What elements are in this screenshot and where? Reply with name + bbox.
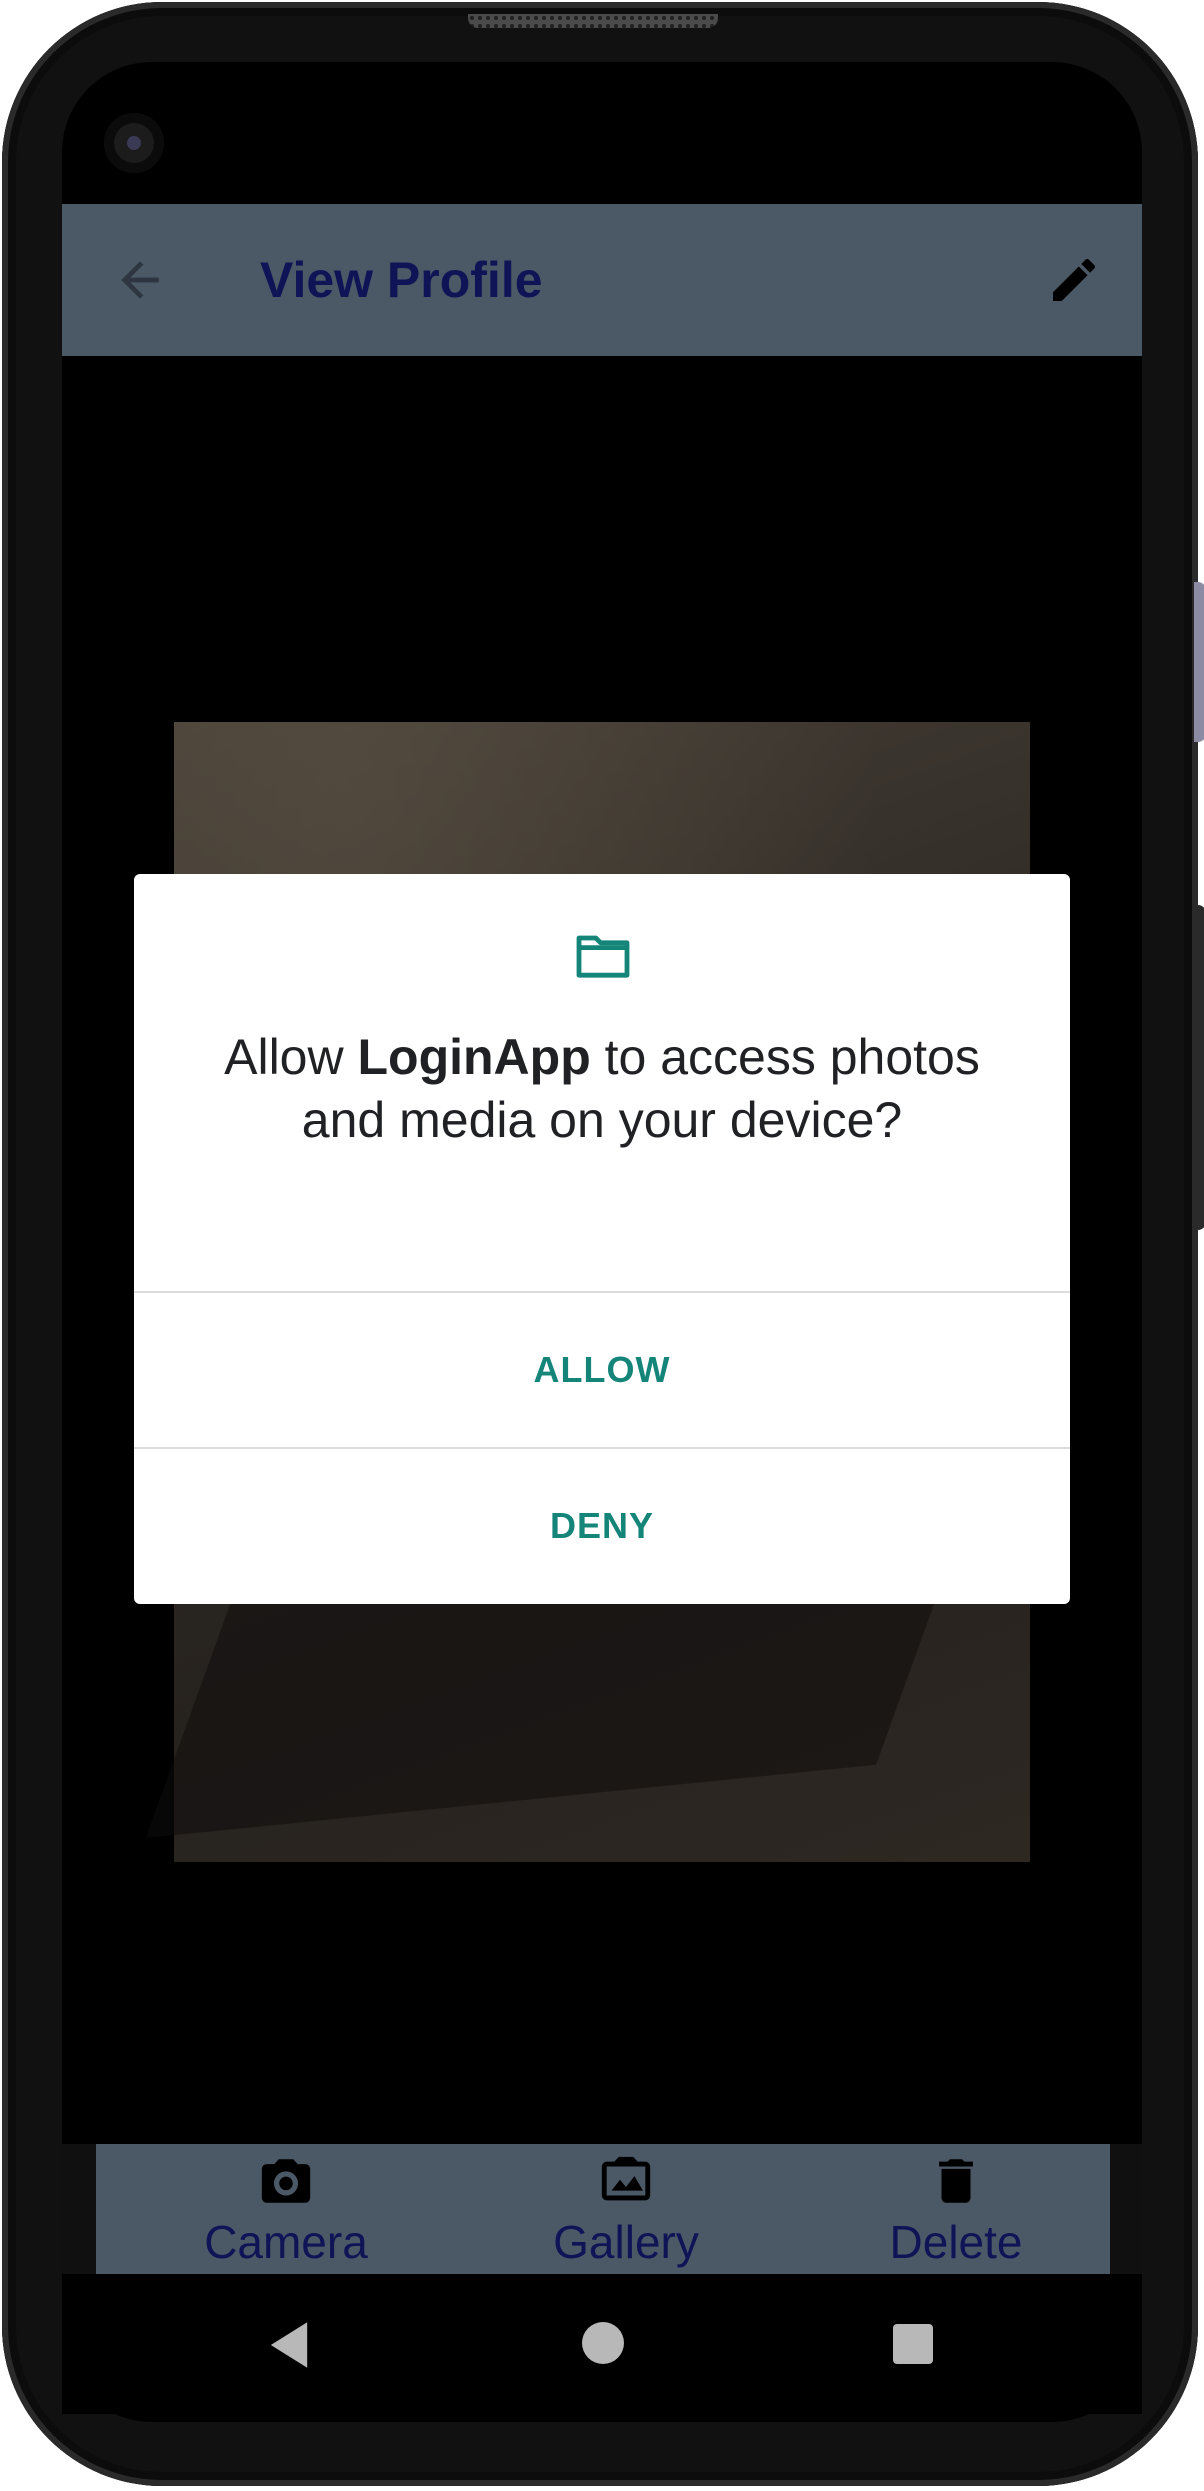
camera-label: Camera [204,2216,368,2268]
nav-back-icon[interactable] [266,2320,312,2370]
delete-label: Delete [889,2216,1023,2268]
pencil-icon[interactable] [1046,252,1102,308]
volume-button [1194,582,1204,742]
trash-icon [939,2159,973,2203]
nav-recents-icon[interactable] [893,2324,933,2364]
app-bar [62,204,1142,356]
nav-home-icon[interactable] [582,2322,624,2364]
arrow-back-icon[interactable] [112,252,168,308]
permission-prompt: Allow LoginApp to access photos and medi… [194,1026,1010,1152]
prompt-prefix: Allow [224,1029,358,1085]
earpiece-speaker [468,14,718,28]
front-camera [104,113,164,173]
folder-icon [576,935,630,978]
permission-dialog: Allow LoginApp to access photos and medi… [134,874,1070,1604]
gallery-label: Gallery [553,2216,699,2268]
camera-button[interactable]: Camera [156,2144,416,2274]
gallery-icon [601,2156,651,2201]
page-title: View Profile [260,252,543,308]
allow-button[interactable]: ALLOW [134,1293,1070,1447]
camera-icon [261,2159,311,2203]
delete-button[interactable]: Delete [826,2144,1086,2274]
gallery-button[interactable]: Gallery [496,2144,756,2274]
power-button [1194,905,1204,1230]
bottom-bar-inner: Camera Gallery Delete [96,2144,1110,2274]
deny-button[interactable]: DENY [134,1449,1070,1603]
bottom-bar: Camera Gallery Delete [62,2144,1142,2274]
prompt-app-name: LoginApp [357,1029,591,1085]
